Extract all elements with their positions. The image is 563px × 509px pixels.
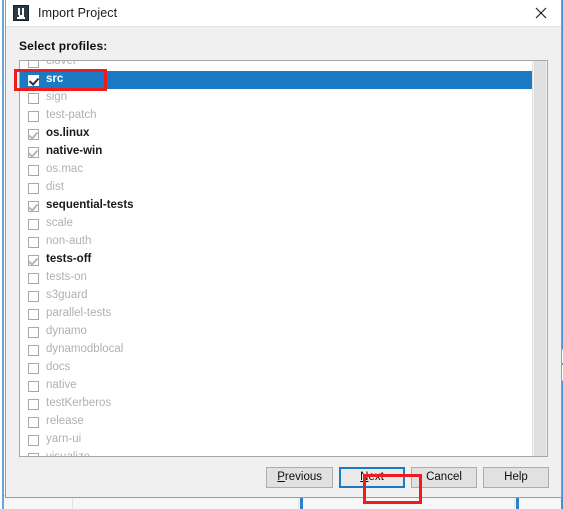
profile-label: native-win [46, 145, 103, 158]
checkbox-unchecked-icon[interactable] [28, 272, 39, 284]
profile-label: tests-on [46, 271, 87, 284]
profiles-list: clover src sign test-patch os.linux native-wi… [20, 61, 532, 456]
checkbox-checked-icon[interactable] [28, 200, 39, 212]
profile-list-item[interactable]: testKerberos [20, 395, 532, 413]
profile-label: dynamodblocal [46, 343, 124, 356]
checkbox-checked-icon[interactable] [28, 74, 39, 86]
profile-list-item[interactable]: docs [20, 359, 532, 377]
scrollbar-thumb[interactable] [534, 61, 546, 456]
profile-list-item[interactable]: parallel-tests [20, 305, 532, 323]
profile-list-item[interactable]: src [20, 71, 532, 89]
checkbox-unchecked-icon[interactable] [28, 344, 39, 356]
profile-list-item[interactable]: non-auth [20, 233, 532, 251]
profile-list-item[interactable]: s3guard [20, 287, 532, 305]
profile-list-item[interactable]: release [20, 413, 532, 431]
profile-list-item[interactable]: clover [20, 61, 532, 71]
profile-label: scale [46, 217, 73, 230]
profile-label: dist [46, 181, 64, 194]
profile-list-item[interactable]: native-win [20, 143, 532, 161]
profile-label: native [46, 379, 77, 392]
profile-label: clover [46, 61, 77, 68]
profile-list-item[interactable]: visualize [20, 449, 532, 456]
checkbox-unchecked-icon[interactable] [28, 452, 39, 456]
button-label: Previous [277, 471, 322, 483]
profile-list-item[interactable]: sign [20, 89, 532, 107]
button-label: Help [504, 471, 528, 483]
select-profiles-label: Select profiles: [19, 39, 108, 53]
profile-list-item[interactable]: tests-off [20, 251, 532, 269]
close-icon[interactable] [521, 0, 561, 26]
checkbox-unchecked-icon[interactable] [28, 398, 39, 410]
intellij-idea-icon [13, 5, 29, 21]
profile-label: test-patch [46, 109, 97, 122]
checkbox-unchecked-icon[interactable] [28, 92, 39, 104]
import-project-dialog: Import Project Select profiles: clover sr… [5, 0, 562, 498]
help-button[interactable]: Help [483, 466, 549, 488]
profile-label: dynamo [46, 325, 87, 338]
profile-list-item[interactable]: tests-on [20, 269, 532, 287]
profiles-list-viewport: clover src sign test-patch os.linux native-wi… [20, 61, 532, 456]
profile-label: sign [46, 91, 68, 104]
profile-list-item[interactable]: test-patch [20, 107, 532, 125]
profile-label: docs [46, 361, 71, 374]
profile-list-item[interactable]: yarn-ui [20, 431, 532, 449]
checkbox-unchecked-icon[interactable] [28, 416, 39, 428]
profile-label: yarn-ui [46, 433, 82, 446]
profile-list-item[interactable]: dynamo [20, 323, 532, 341]
checkbox-unchecked-icon[interactable] [28, 362, 39, 374]
dialog-title-bar: Import Project [6, 0, 561, 27]
checkbox-checked-icon[interactable] [28, 254, 39, 266]
profile-label: non-auth [46, 235, 92, 248]
profile-list-item[interactable]: os.linux [20, 125, 532, 143]
profile-label: s3guard [46, 289, 88, 302]
dialog-button-bar: Previous Next Cancel Help [6, 457, 561, 497]
profile-list-item[interactable]: os.mac [20, 161, 532, 179]
checkbox-unchecked-icon[interactable] [28, 164, 39, 176]
checkbox-unchecked-icon[interactable] [28, 308, 39, 320]
next-button[interactable]: Next [339, 466, 405, 488]
checkbox-unchecked-icon[interactable] [28, 218, 39, 230]
profile-label: testKerberos [46, 397, 112, 410]
checkbox-unchecked-icon[interactable] [28, 290, 39, 302]
cancel-button[interactable]: Cancel [411, 466, 477, 488]
profile-label: release [46, 415, 84, 428]
checkbox-unchecked-icon[interactable] [28, 236, 39, 248]
profile-list-item[interactable]: native [20, 377, 532, 395]
profile-list-item[interactable]: dynamodblocal [20, 341, 532, 359]
profile-list-item[interactable]: dist [20, 179, 532, 197]
profile-label: src [46, 73, 64, 86]
button-label: Next [360, 471, 384, 483]
checkbox-unchecked-icon[interactable] [28, 61, 39, 68]
profile-label: tests-off [46, 253, 92, 266]
checkbox-unchecked-icon[interactable] [28, 326, 39, 338]
checkbox-unchecked-icon[interactable] [28, 434, 39, 446]
profile-label: sequential-tests [46, 199, 134, 212]
profile-label: visualize [46, 452, 90, 456]
profile-label: os.linux [46, 127, 90, 140]
profile-list-item[interactable]: scale [20, 215, 532, 233]
profile-list-item[interactable]: sequential-tests [20, 197, 532, 215]
checkbox-unchecked-icon[interactable] [28, 182, 39, 194]
checkbox-checked-icon[interactable] [28, 128, 39, 140]
profile-label: parallel-tests [46, 307, 112, 320]
profiles-list-scrollbar[interactable] [532, 61, 547, 456]
checkbox-unchecked-icon[interactable] [28, 110, 39, 122]
checkbox-unchecked-icon[interactable] [28, 380, 39, 392]
dialog-title: Import Project [38, 6, 118, 20]
button-label: Cancel [426, 471, 462, 483]
profiles-list-panel: clover src sign test-patch os.linux native-wi… [19, 60, 548, 457]
checkbox-checked-icon[interactable] [28, 146, 39, 158]
previous-button[interactable]: Previous [266, 466, 333, 488]
dialog-body: Select profiles: clover src sign test-patch… [6, 27, 561, 457]
profile-label: os.mac [46, 163, 84, 176]
background-left-edge [2, 0, 4, 509]
